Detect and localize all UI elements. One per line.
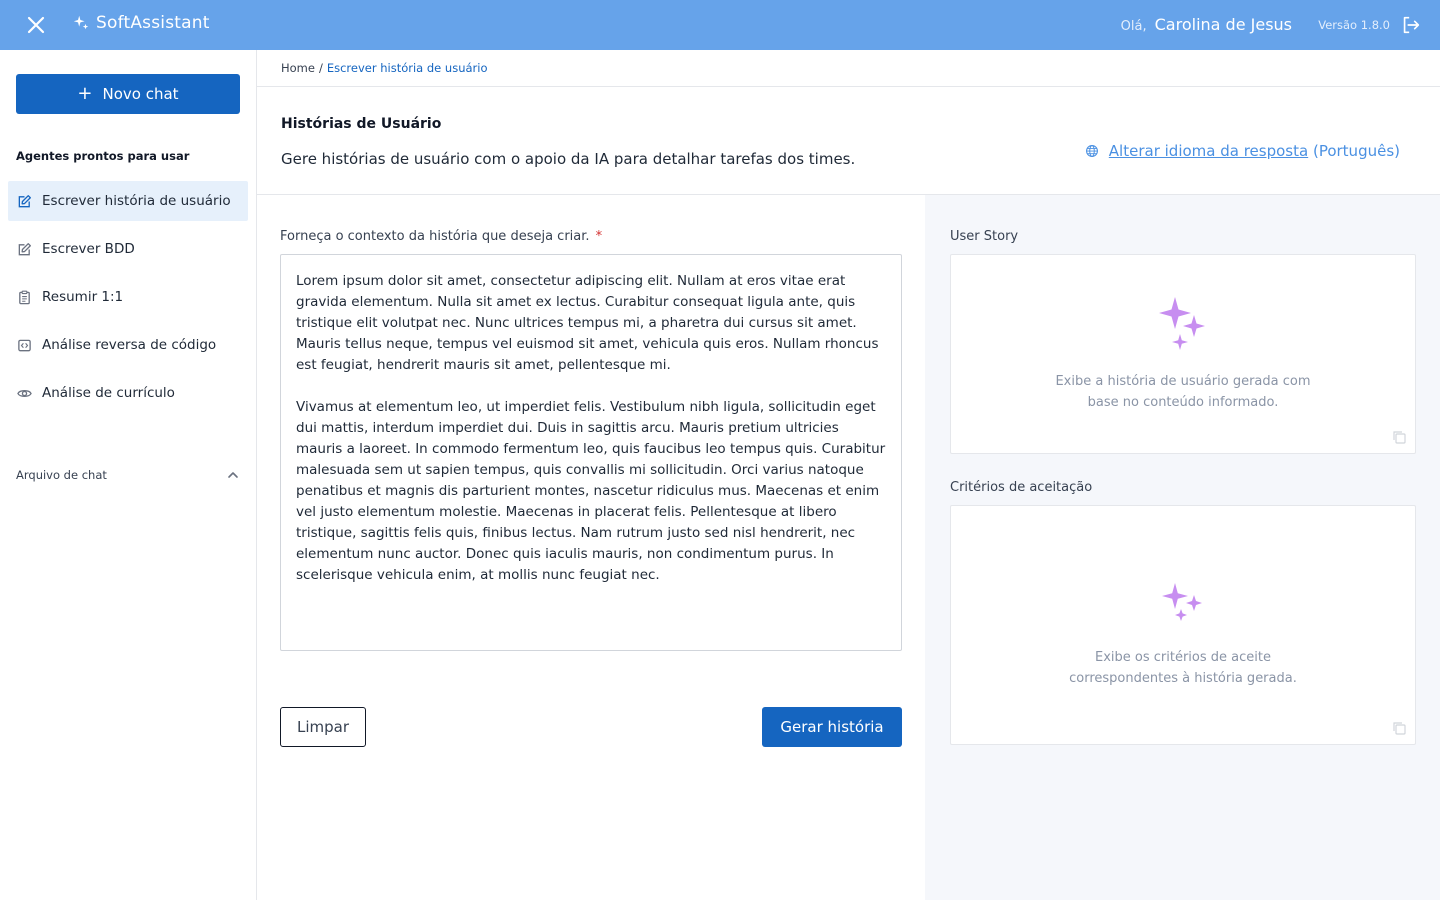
sidebar-item-resume-analysis[interactable]: Análise de currículo <box>8 373 248 413</box>
chat-archive-toggle[interactable]: Arquivo de chat <box>16 468 240 482</box>
brand-logo: SoftAssistant <box>72 13 210 33</box>
archive-label: Arquivo de chat <box>16 468 107 482</box>
sidebar-item-label: Análise de currículo <box>42 385 175 401</box>
edit-icon <box>18 194 31 207</box>
user-greeting: Olá, Carolina de Jesus <box>1121 15 1292 34</box>
plus-icon: + <box>77 83 93 104</box>
user-story-label: User Story <box>950 229 1019 244</box>
copy-icon[interactable] <box>1391 720 1407 736</box>
version-label: Versão 1.8.0 <box>1318 18 1390 32</box>
new-chat-label: Novo chat <box>102 85 179 103</box>
chevron-up-icon <box>228 472 238 478</box>
page-title: Histórias de Usuário <box>281 116 442 132</box>
sidebar-item-label: Análise reversa de código <box>42 337 217 353</box>
generate-story-button[interactable]: Gerar história <box>762 707 902 747</box>
brand-name: SoftAssistant <box>96 13 210 33</box>
context-field-label: Forneça o contexto da história que desej… <box>280 229 602 244</box>
sidebar-item-code-analysis[interactable]: Análise reversa de código <box>8 325 248 365</box>
breadcrumb-home[interactable]: Home <box>281 61 315 75</box>
page-subtitle: Gere histórias de usuário com o apoio da… <box>281 150 856 168</box>
sidebar-item-label: Escrever história de usuário <box>42 193 231 209</box>
sidebar-item-user-story[interactable]: Escrever história de usuário <box>8 181 248 221</box>
page-header: Histórias de Usuário Gere histórias de u… <box>257 86 1440 195</box>
criteria-label: Critérios de aceitação <box>950 480 1093 495</box>
context-label-text: Forneça o contexto da história que desej… <box>280 229 590 244</box>
eye-icon <box>17 389 32 397</box>
new-chat-button[interactable]: + Novo chat <box>16 74 240 114</box>
criteria-output: Exibe os critérios de aceite corresponde… <box>950 505 1416 745</box>
context-textarea[interactable]: Lorem ipsum dolor sit amet, consectetur … <box>280 254 902 651</box>
sidebar-item-summary[interactable]: Resumir 1:1 <box>8 277 248 317</box>
breadcrumb-current: Escrever história de usuário <box>326 61 488 75</box>
greeting-text: Olá, <box>1120 19 1147 34</box>
user-name: Carolina de Jesus <box>1154 15 1292 34</box>
current-language: (Português) <box>1312 142 1400 160</box>
sparkle-icon <box>1162 583 1202 621</box>
agents-section-title: Agentes prontos para usar <box>16 149 190 163</box>
code-icon <box>18 339 31 351</box>
user-story-output: Exibe a história de usuário gerada com b… <box>950 254 1416 454</box>
clipboard-icon <box>19 290 30 304</box>
clear-button[interactable]: Limpar <box>280 707 366 747</box>
sparkle-icon <box>1159 297 1205 350</box>
logout-icon[interactable] <box>1400 14 1422 36</box>
globe-icon <box>1085 145 1098 157</box>
sidebar: + Novo chat Agentes prontos para usar Es… <box>0 50 257 900</box>
sparkle-icon <box>73 15 89 30</box>
change-language-link[interactable]: Alterar idioma da resposta (Português) <box>1085 142 1400 160</box>
output-panel: User Story Exibe a história de usuário g… <box>925 195 1440 900</box>
change-language-label: Alterar idioma da resposta <box>1108 142 1309 160</box>
criteria-hint: Exibe os critérios de aceite corresponde… <box>1069 650 1297 686</box>
breadcrumb-separator: / <box>318 61 323 75</box>
breadcrumb: Home / Escrever história de usuário <box>281 61 488 75</box>
top-bar: SoftAssistant Olá, Carolina de Jesus Ver… <box>0 0 1440 50</box>
close-icon[interactable] <box>24 13 48 37</box>
sidebar-item-bdd[interactable]: Escrever BDD <box>8 229 248 269</box>
sidebar-item-label: Resumir 1:1 <box>42 289 124 305</box>
sidebar-item-label: Escrever BDD <box>42 241 135 257</box>
copy-icon[interactable] <box>1391 429 1407 445</box>
required-mark: * <box>595 229 603 244</box>
agents-nav: Escrever história de usuário Escrever BD… <box>8 181 248 421</box>
edit-icon <box>18 242 31 255</box>
user-story-hint: Exibe a história de usuário gerada com b… <box>1055 374 1311 410</box>
